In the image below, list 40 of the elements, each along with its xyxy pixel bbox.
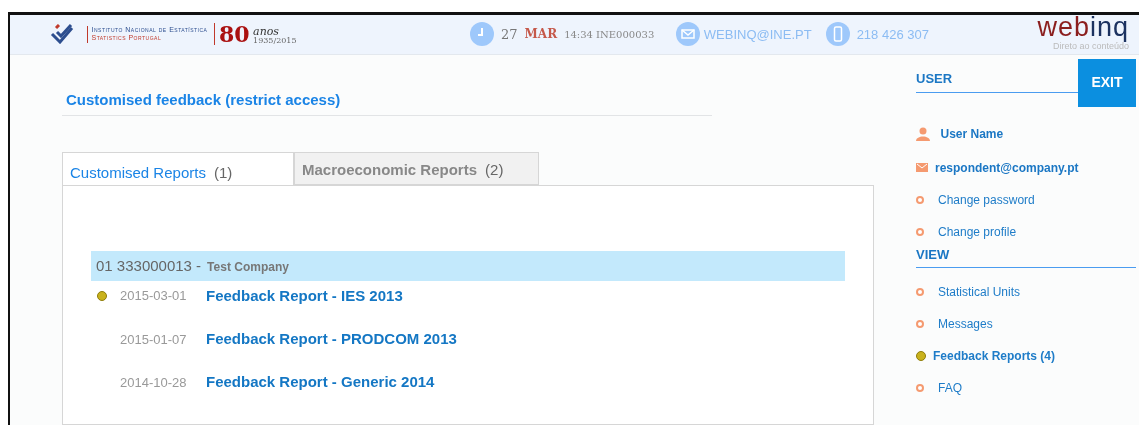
bullet-icon	[916, 320, 924, 328]
medal-icon	[916, 351, 926, 361]
tab[interactable]: Macroeconomic Reports (2)	[294, 152, 539, 185]
mail-icon	[676, 22, 701, 47]
phone-number: 218 426 307	[856, 25, 929, 44]
bullet-icon	[916, 227, 924, 236]
sidebar-link[interactable]: Change profile	[938, 222, 1017, 241]
view-heading: VIEW	[916, 244, 1136, 268]
sidebar-item[interactable]: FAQ	[938, 379, 962, 397]
page-title: Customised feedback (restrict access)	[62, 80, 712, 116]
sidebar-item[interactable]: Feedback Reports (4)	[933, 347, 1056, 365]
person-icon	[916, 126, 930, 141]
tab[interactable]: Customised Reports (1)	[62, 152, 294, 185]
sidebar-item[interactable]: Messages	[938, 315, 993, 333]
report-link[interactable]: Feedback Report - IES 2013	[206, 284, 403, 308]
phone-icon	[825, 22, 850, 47]
envelope-icon	[916, 163, 928, 172]
report-date: 2015-01-07	[120, 330, 188, 349]
company-code: 01 333000013 -	[96, 257, 202, 274]
date-day: 27	[501, 24, 518, 44]
report-link[interactable]: Feedback Report - Generic 2014	[206, 371, 435, 394]
sidebar-link[interactable]: Change password	[938, 190, 1035, 209]
time-code: 14:34 INE000033	[564, 27, 655, 42]
sidebar-item[interactable]: Statistical Units	[938, 283, 1021, 301]
user-email: respondent@company.pt	[935, 159, 1079, 177]
report-link[interactable]: Feedback Report - PRODCOM 2013	[206, 328, 457, 351]
bullet-icon	[916, 288, 924, 296]
anniversary-years: 1935/2015	[253, 37, 297, 46]
report-date: 2015-03-01	[120, 287, 188, 306]
date-month: MAR	[524, 26, 558, 44]
exit-button[interactable]: EXIT	[1078, 58, 1136, 107]
report-date: 2014-10-28	[120, 373, 188, 392]
bullet-icon	[916, 384, 924, 392]
brand-logo-text: webinq	[1037, 15, 1129, 40]
company-name: Test Company	[207, 260, 289, 274]
anniversary-word: anos	[253, 26, 279, 38]
user-name: User Name	[940, 125, 1004, 143]
anniversary-number: 80	[218, 23, 250, 46]
bullet-icon	[916, 195, 924, 204]
clock-icon	[470, 22, 494, 47]
